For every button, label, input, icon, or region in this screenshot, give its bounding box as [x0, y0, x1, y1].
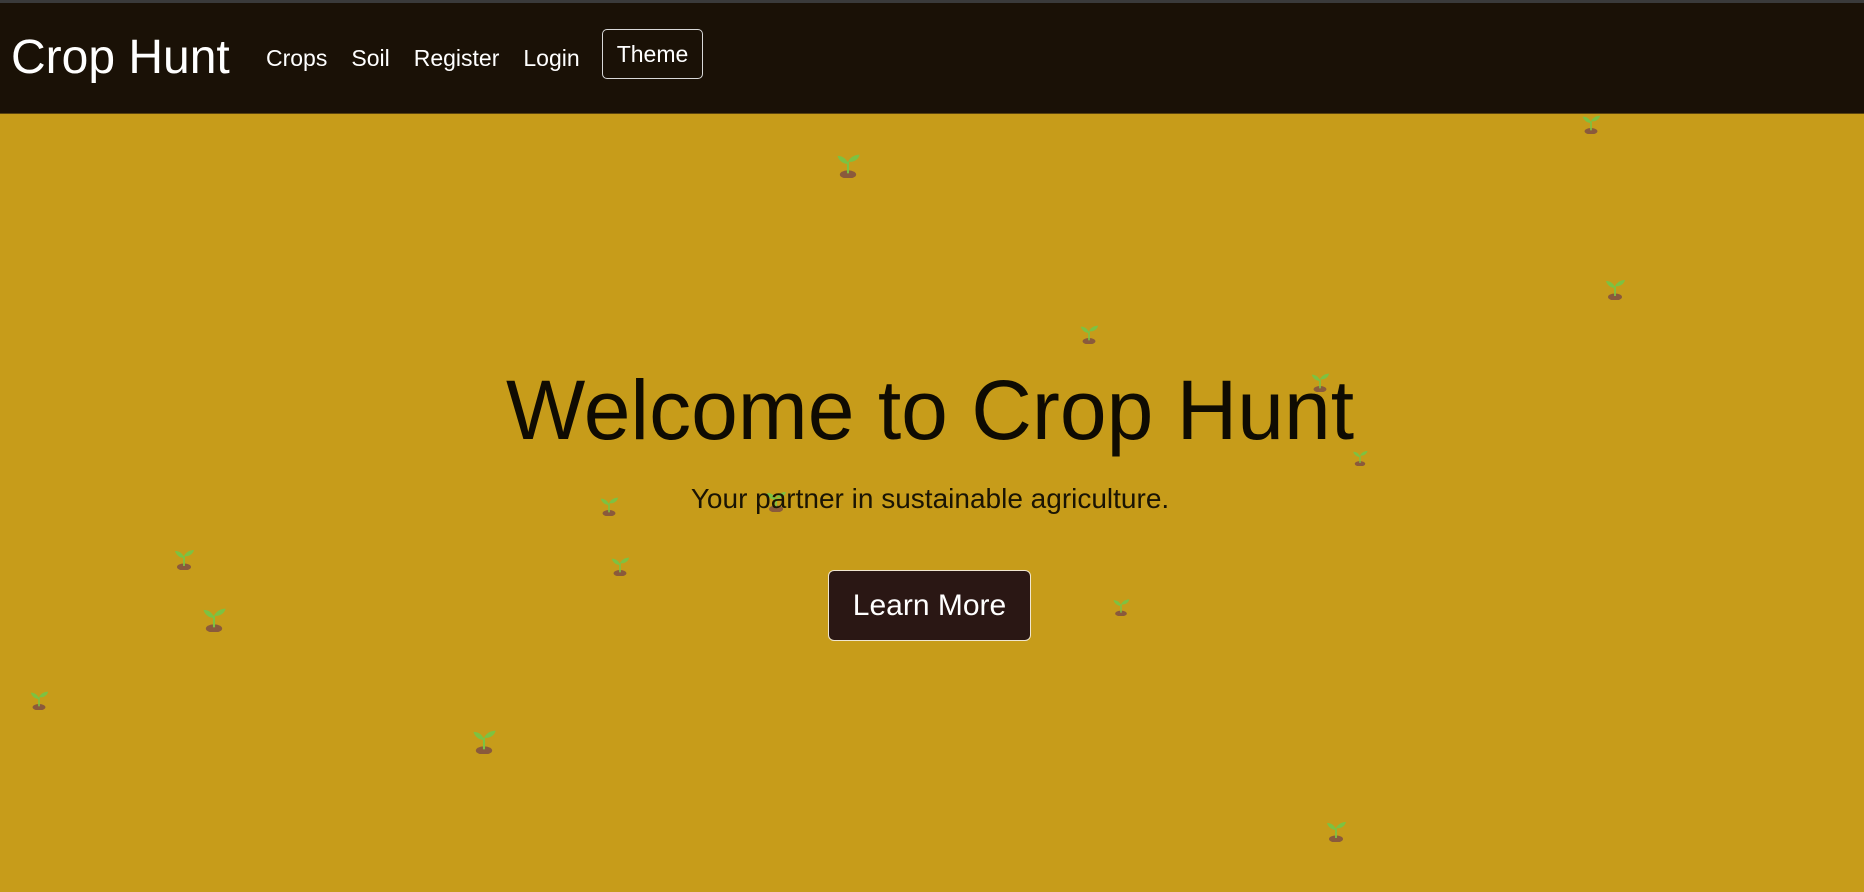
sprout-icon	[611, 557, 630, 576]
hero-title: Welcome to Crop Hunt	[505, 363, 1355, 457]
sprout-icon	[1582, 115, 1601, 134]
nav-link-register[interactable]: Register	[414, 43, 500, 73]
sprout-icon	[837, 154, 860, 178]
sprout-icon	[175, 550, 194, 570]
nav-links: Crops Soil Register Login	[266, 43, 604, 73]
sprout-icon	[1606, 280, 1625, 300]
nav-link-login[interactable]: Login	[523, 43, 579, 73]
sprout-icon	[1327, 822, 1346, 842]
hero-subtitle: Your partner in sustainable agriculture.	[690, 483, 1170, 514]
sprout-icon	[1080, 325, 1099, 344]
sprout-icon	[1113, 599, 1130, 616]
sprout-icon	[30, 691, 49, 710]
theme-toggle-button[interactable]: Theme	[602, 29, 703, 79]
sprout-icon	[203, 608, 226, 632]
nav-link-soil[interactable]: Soil	[351, 43, 389, 73]
navbar: Crop Hunt Crops Soil Register Login Them…	[0, 3, 1864, 114]
brand-logo[interactable]: Crop Hunt	[11, 29, 230, 87]
sprout-icon	[473, 730, 496, 754]
nav-link-crops[interactable]: Crops	[266, 43, 327, 73]
learn-more-button[interactable]: Learn More	[828, 570, 1031, 641]
